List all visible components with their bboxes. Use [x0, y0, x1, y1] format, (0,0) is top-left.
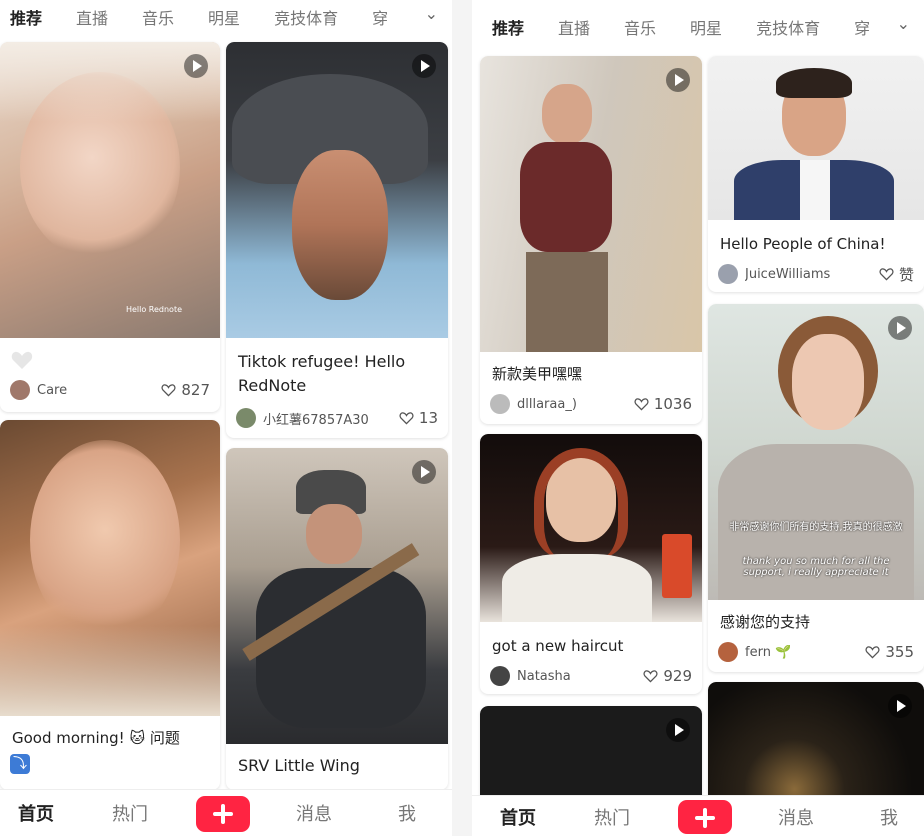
play-icon — [666, 68, 690, 92]
arrow-down-icon: ⤵ — [10, 754, 30, 774]
tab-celebrity[interactable]: 明星 — [690, 15, 722, 39]
image-thumbnail — [480, 434, 702, 622]
author-name[interactable]: fern 🌱 — [745, 645, 865, 660]
feed-card[interactable]: 新款美甲嘿嘿 dlllaraa_) 1036 — [480, 56, 702, 424]
video-thumbnail — [226, 448, 448, 744]
play-icon — [888, 316, 912, 340]
heart-icon — [10, 348, 34, 372]
chevron-down-icon[interactable]: ⌄ — [425, 4, 438, 23]
card-meta: JuiceWilliams 赞 — [718, 262, 914, 286]
like-count: 827 — [181, 381, 210, 399]
tab-fashion[interactable]: 穿 — [854, 15, 870, 39]
card-caption: 新款美甲嘿嘿 — [492, 365, 583, 383]
tab-live[interactable]: 直播 — [558, 15, 590, 39]
avatar[interactable] — [236, 408, 256, 428]
subtitle-en: thank you so much for all the support, i… — [742, 556, 890, 578]
like-count: 355 — [885, 643, 914, 661]
like-count: 1036 — [653, 395, 692, 413]
tab-live[interactable]: 直播 — [76, 5, 108, 29]
card-caption: 感谢您的支持 — [720, 613, 811, 631]
bottom-nav: 首页 热门 消息 我 — [472, 795, 924, 836]
card-meta: Care 827 — [10, 378, 210, 402]
author-name[interactable]: Natasha — [517, 669, 643, 684]
video-thumbnail: Hello Rednote — [0, 42, 220, 338]
like-count: 赞 — [898, 265, 914, 284]
feed-card[interactable]: 非常感谢你们所有的支持,我真的很感激 thank you so much for… — [708, 304, 924, 672]
card-meta: fern 🌱 355 — [718, 640, 914, 664]
nav-hot[interactable]: 热门 — [594, 804, 630, 830]
video-thumbnail — [480, 56, 702, 352]
image-thumbnail — [708, 56, 924, 220]
heart-icon[interactable] — [879, 267, 894, 281]
plus-icon[interactable] — [678, 800, 732, 834]
author-name[interactable]: 小红薯67857A30 — [263, 409, 399, 428]
feed-card[interactable]: got a new haircut Natasha 929 — [480, 434, 702, 694]
tab-fashion[interactable]: 穿 — [372, 5, 388, 29]
nav-hot[interactable]: 热门 — [112, 800, 148, 826]
play-icon — [888, 694, 912, 718]
card-caption: Hello People of China! — [720, 235, 886, 253]
screen-right: 推荐 直播 音乐 明星 竞技体育 穿 ⌄ 新款美甲嘿嘿 dlllaraa_) 1… — [472, 0, 924, 836]
avatar[interactable] — [10, 380, 30, 400]
card-caption: SRV Little Wing — [238, 756, 360, 775]
like-count: 13 — [418, 409, 438, 427]
video-thumbnail: 非常感谢你们所有的支持,我真的很感激 thank you so much for… — [708, 304, 924, 600]
tab-sports[interactable]: 竞技体育 — [756, 15, 820, 39]
play-icon — [412, 54, 436, 78]
card-meta: Natasha 929 — [490, 664, 692, 688]
channel-tabs: 推荐 直播 音乐 明星 竞技体育 穿 ⌄ — [472, 10, 924, 44]
card-caption: got a new haircut — [492, 637, 624, 655]
video-thumbnail — [226, 42, 448, 338]
screenshot-divider — [452, 0, 472, 836]
play-icon — [412, 460, 436, 484]
plus-icon[interactable] — [196, 796, 250, 832]
feed-card[interactable]: Tiktok refugee! Hello RedNote 小红薯67857A3… — [226, 42, 448, 438]
nav-me[interactable]: 我 — [880, 804, 898, 830]
heart-icon[interactable] — [865, 645, 880, 659]
feed-card[interactable]: Hello Rednote Care 827 — [0, 42, 220, 412]
play-icon — [666, 718, 690, 742]
avatar[interactable] — [718, 264, 738, 284]
bottom-nav: 首页 热门 消息 我 — [0, 789, 452, 836]
card-caption: Tiktok refugee! Hello RedNote — [238, 352, 406, 395]
feed-card[interactable]: Good morning! 🐱 问题 ⤵ — [0, 420, 220, 790]
card-meta: dlllaraa_) 1036 — [490, 392, 692, 416]
nav-messages[interactable]: 消息 — [296, 800, 332, 826]
like-count: 929 — [663, 667, 692, 685]
tab-recommend[interactable]: 推荐 — [492, 15, 524, 39]
nav-messages[interactable]: 消息 — [778, 804, 814, 830]
tab-music[interactable]: 音乐 — [624, 15, 656, 39]
channel-tabs: 推荐 直播 音乐 明星 竞技体育 穿 ⌄ — [0, 0, 452, 34]
tab-recommend[interactable]: 推荐 — [10, 5, 42, 29]
heart-icon[interactable] — [634, 397, 649, 411]
avatar[interactable] — [718, 642, 738, 662]
heart-icon[interactable] — [643, 669, 658, 683]
card-meta: 小红薯67857A30 13 — [236, 406, 438, 430]
heart-icon[interactable] — [161, 383, 176, 397]
nav-home[interactable]: 首页 — [500, 804, 536, 830]
tab-sports[interactable]: 竞技体育 — [274, 5, 338, 29]
tab-celebrity[interactable]: 明星 — [208, 5, 240, 29]
heart-icon[interactable] — [399, 411, 414, 425]
author-name[interactable]: dlllaraa_) — [517, 397, 634, 412]
overlay-text: Hello Rednote — [125, 305, 182, 314]
card-caption: Good morning! 🐱 问题 — [12, 729, 180, 747]
image-thumbnail — [0, 420, 220, 716]
avatar[interactable] — [490, 394, 510, 414]
play-icon — [184, 54, 208, 78]
chevron-down-icon[interactable]: ⌄ — [897, 14, 910, 33]
feed-card[interactable]: Hello People of China! JuiceWilliams 赞 — [708, 56, 924, 292]
subtitle-cn: 非常感谢你们所有的支持,我真的很感激 — [729, 522, 903, 533]
nav-home[interactable]: 首页 — [18, 800, 54, 826]
tab-music[interactable]: 音乐 — [142, 5, 174, 29]
author-name[interactable]: JuiceWilliams — [745, 267, 879, 282]
author-name[interactable]: Care — [37, 383, 161, 398]
feed-card[interactable]: SRV Little Wing — [226, 448, 448, 790]
avatar[interactable] — [490, 666, 510, 686]
screen-left: 推荐 直播 音乐 明星 竞技体育 穿 ⌄ Hello Rednote Care … — [0, 0, 452, 836]
nav-me[interactable]: 我 — [398, 800, 416, 826]
